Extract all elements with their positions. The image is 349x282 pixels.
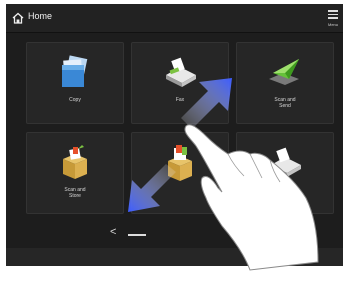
touch-screen: Home Menu Copy Fax Scan and Send Scan an… [6, 4, 343, 266]
tile-access-stored-files[interactable] [131, 132, 229, 214]
previous-page-button[interactable]: < [110, 226, 116, 238]
tile-label: Scan and Store [64, 187, 86, 199]
tile-scan-and-send[interactable]: Scan and Send [236, 42, 334, 124]
top-bar: Home Menu [6, 4, 343, 33]
menu-label: Menu [327, 22, 338, 27]
menu-icon [328, 10, 338, 21]
tile-label: Copy [69, 97, 81, 103]
home-icon[interactable] [12, 12, 24, 24]
tile-label: Fax [175, 97, 185, 103]
page-indicator [128, 234, 146, 236]
bottom-bar [6, 248, 343, 266]
tile-fax[interactable]: Fax [131, 42, 229, 124]
menu-button[interactable]: Menu [323, 4, 343, 32]
page-title: Home [28, 11, 53, 21]
tile-label: Scan and Send [274, 97, 296, 109]
access-stored-files-icon [168, 145, 192, 181]
fax-icon [166, 57, 196, 87]
page-navigation: < [6, 222, 343, 246]
tile-scan-and-store[interactable]: Scan and Store [26, 132, 124, 214]
fax-icon [271, 147, 301, 177]
copy-icon [62, 55, 88, 87]
tile-copy[interactable]: Copy [26, 42, 124, 124]
scan-store-icon [63, 145, 87, 179]
scan-send-icon [269, 59, 299, 85]
tile-fax-2[interactable] [236, 132, 334, 214]
